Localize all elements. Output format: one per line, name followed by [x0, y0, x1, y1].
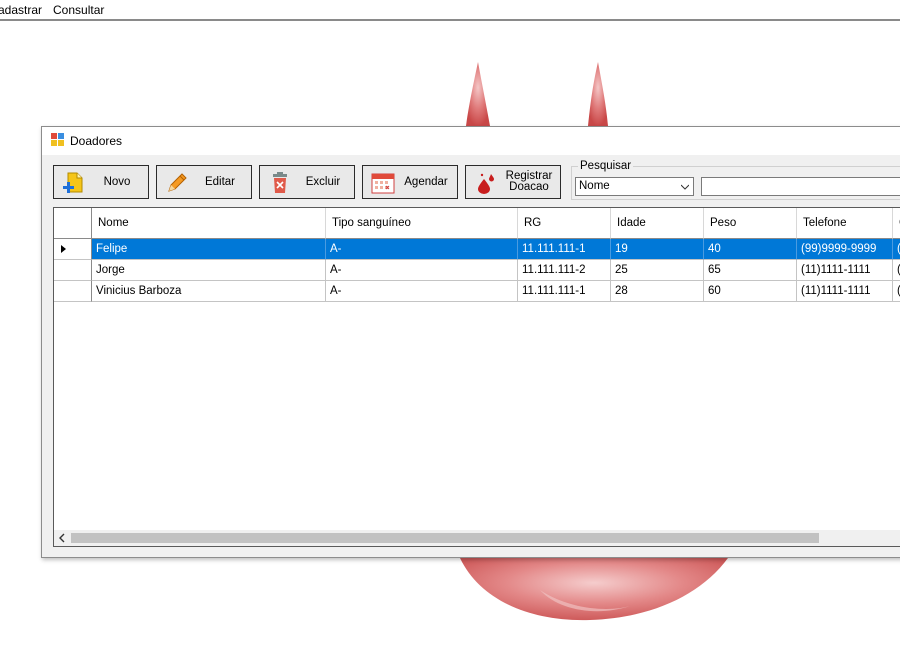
window-titlebar[interactable]: Doadores [42, 127, 900, 155]
search-input[interactable] [701, 177, 900, 196]
grid-corner-header [54, 208, 92, 239]
novo-button[interactable]: Novo [53, 165, 149, 199]
window-title: Doadores [70, 134, 123, 148]
main-menu-bar: adastrar Consultar [0, 0, 900, 21]
menu-item-consultar[interactable]: Consultar [53, 3, 104, 17]
doadores-grid[interactable]: Nome Tipo sanguíneo RG Idade Peso Telefo… [53, 207, 900, 547]
column-header-nome[interactable]: Nome [92, 208, 326, 239]
cell-nome[interactable]: Jorge [92, 260, 326, 281]
cell-rg[interactable]: 11.111.111-1 [518, 239, 611, 260]
search-field-select[interactable]: Nome [575, 177, 694, 196]
cell-idade[interactable]: 19 [611, 239, 704, 260]
registrar-doacao-button[interactable]: Registrar Doacao [465, 165, 561, 199]
cell-peso[interactable]: 60 [704, 281, 797, 302]
trash-icon [273, 172, 287, 193]
pesquisar-groupbox: Pesquisar Nome [571, 160, 900, 200]
current-row-arrow-icon [61, 245, 66, 253]
excluir-button-label: Excluir [305, 175, 341, 188]
cell-telefone[interactable]: (99)9999-9999 [797, 239, 893, 260]
horizontal-scrollbar[interactable] [54, 530, 900, 546]
new-document-icon [63, 172, 83, 193]
calendar-icon [371, 173, 395, 194]
cell-telefone[interactable]: (11)1111-1111 [797, 260, 893, 281]
cell-nome[interactable]: Felipe [92, 239, 326, 260]
editar-button[interactable]: Editar [156, 165, 252, 199]
cell-peso[interactable]: 40 [704, 239, 797, 260]
row-header[interactable] [54, 281, 92, 302]
cell-celular[interactable]: (1 [893, 260, 900, 281]
novo-button-label: Novo [103, 175, 131, 188]
cell-peso[interactable]: 65 [704, 260, 797, 281]
chevron-down-icon [681, 184, 689, 190]
row-header[interactable] [54, 239, 92, 260]
cell-telefone[interactable]: (11)1111-1111 [797, 281, 893, 302]
pencil-icon [168, 173, 187, 192]
cell-rg[interactable]: 11.111.111-2 [518, 260, 611, 281]
grid-body: Nome Tipo sanguíneo RG Idade Peso Telefo… [54, 208, 900, 530]
column-header-rg[interactable]: RG [518, 208, 611, 239]
cell-celular[interactable]: (1 [893, 281, 900, 302]
table-row[interactable]: Jorge A- 11.111.111-2 25 65 (11)1111-111… [54, 260, 900, 281]
cell-idade[interactable]: 28 [611, 281, 704, 302]
table-row[interactable]: Vinicius Barboza A- 11.111.111-1 28 60 (… [54, 281, 900, 302]
blood-drop-icon [478, 173, 494, 194]
menu-item-cadastrar[interactable]: adastrar [0, 3, 42, 17]
cell-tipo-sanguineo[interactable]: A- [326, 239, 518, 260]
pesquisar-label: Pesquisar [578, 160, 634, 172]
search-field-selected-value: Nome [579, 180, 610, 192]
agendar-button-label: Agendar [404, 175, 448, 188]
editar-button-label: Editar [204, 175, 236, 188]
table-row[interactable]: Felipe A- 11.111.111-1 19 40 (99)9999-99… [54, 239, 900, 260]
scrollbar-thumb[interactable] [71, 533, 819, 543]
excluir-button[interactable]: Excluir [259, 165, 355, 199]
column-header-idade[interactable]: Idade [611, 208, 704, 239]
scroll-left-arrow-icon[interactable] [57, 533, 67, 543]
registrar-doacao-button-label: Registrar Doacao [505, 170, 553, 193]
column-header-peso[interactable]: Peso [704, 208, 797, 239]
agendar-button[interactable]: Agendar [362, 165, 458, 199]
row-header[interactable] [54, 260, 92, 281]
cell-tipo-sanguineo[interactable]: A- [326, 281, 518, 302]
cell-celular[interactable]: (9 [893, 239, 900, 260]
grid-header-row: Nome Tipo sanguíneo RG Idade Peso Telefo… [54, 208, 900, 239]
cell-rg[interactable]: 11.111.111-1 [518, 281, 611, 302]
doadores-window: Doadores Novo Editar Excluir Agendar Reg… [41, 126, 900, 558]
cell-nome[interactable]: Vinicius Barboza [92, 281, 326, 302]
app-window-icon [51, 133, 64, 146]
column-header-celular[interactable]: C [893, 208, 900, 239]
column-header-tipo-sanguineo[interactable]: Tipo sanguíneo [326, 208, 518, 239]
column-header-telefone[interactable]: Telefone [797, 208, 893, 239]
window-content: Novo Editar Excluir Agendar Registrar Do… [42, 155, 900, 557]
cell-tipo-sanguineo[interactable]: A- [326, 260, 518, 281]
cell-idade[interactable]: 25 [611, 260, 704, 281]
